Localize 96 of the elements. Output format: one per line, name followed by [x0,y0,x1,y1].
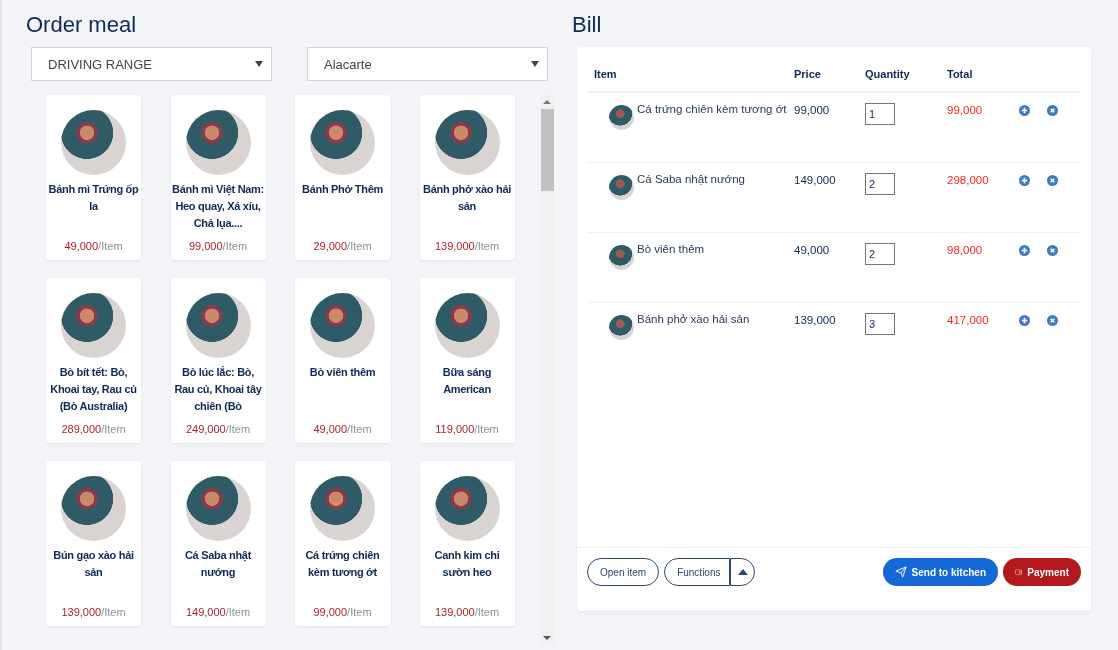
total-cell-text: 298,000 [947,174,990,186]
add-icon[interactable] [1019,175,1030,186]
menu-item-card[interactable]: Bò viên thêm 49,000/Item [295,278,390,443]
item-price: 249,000 [185,423,226,435]
scroll-up-icon[interactable] [543,99,551,105]
item-name: Cá trứng chiên kèm tương ớt [304,548,381,580]
item-price: 139,000 [434,606,475,618]
item-name: Canh kim chi sườn heo [433,548,501,580]
item-price: 99,000 [313,606,348,618]
item-name: Bò lúc lắc: Bò, Rau củ, Khoai tây chiên (Bò [173,365,263,414]
quantity-input[interactable]: 2 [865,243,895,265]
add-icon[interactable] [1019,245,1030,256]
remove-icon[interactable] [1047,175,1058,186]
item-name: Bánh phở xào hải sản [422,182,512,214]
item-price: 139,000 [61,606,102,618]
price-unit: /Item [222,240,248,252]
open-item-button[interactable]: Open item [587,558,660,586]
item-price: 99,000 [188,240,223,252]
price-unit: /Item [101,423,126,435]
item-price: 119,000 [435,423,475,435]
item-price: 49,000 [64,240,99,252]
area-select[interactable]: DRIVING RANGE [31,47,272,81]
price-cell-text: 49,000 [794,244,831,256]
item-price: 29,000 [313,240,348,252]
item-name: Bò bít tết: Bò, Khoai tay, Rau củ (Bò Australia) [49,365,138,414]
payment-button[interactable]: Payment [1003,558,1081,586]
column-header: Quantity [865,68,911,80]
menu-item-card[interactable]: Bún gạo xào hải sản 139,000/Item [46,461,141,626]
menu-item-card[interactable]: Bữa sáng American 119,000/Item [419,278,515,443]
scrollbar-thumb[interactable] [540,109,554,191]
menu-item-card[interactable]: Canh kim chi sườn heo 139,000/Item [419,461,515,626]
item-price: 149,000 [185,606,226,618]
quantity-input[interactable]: 3 [865,313,895,335]
menu-item-card[interactable]: Bánh phở xào hải sản 139,000/Item [419,95,515,260]
price-unit: /Item [98,240,123,252]
bill-item-name: Cá trứng chiên kèm tương ớt [637,103,787,115]
add-icon[interactable] [1019,105,1030,116]
remove-icon[interactable] [1047,245,1058,256]
item-name: Bún gạo xào hải sản [52,548,135,580]
item-name: Bánh mì Việt Nam: Heo quay, Xá xíu, Chả lụa.... [171,182,265,232]
scroll-down-icon[interactable] [543,635,551,641]
price-unit: /Item [225,423,251,435]
photo-placeholder [609,175,634,200]
item-name: Bánh Phở Thêm [302,182,383,197]
price-unit: /Item [474,606,500,618]
functions-button[interactable]: Functions [664,558,731,586]
item-name: Bữa sáng American [441,365,493,397]
photo-placeholder [609,315,634,340]
menu-item-card[interactable]: Cá trứng chiên kèm tương ớt 99,000/Item [295,461,390,626]
column-header: Item [594,68,618,80]
photo-placeholder [609,245,634,270]
menu-item-card[interactable]: Bánh mì Trứng ốp la 49,000/Item [46,95,141,260]
functions-dropdown-button[interactable] [730,558,756,586]
section-title: Bill [572,12,603,38]
item-price: 139,000 [434,240,475,252]
price-unit: /Item [347,606,372,618]
total-cell-text: 417,000 [947,314,990,326]
total-cell-text: 98,000 [947,244,984,256]
send-to-kitchen-button[interactable]: Send to kitchen [882,558,998,586]
column-header: Total [947,68,974,80]
price-cell-text: 99,000 [794,104,831,116]
menu-item-card[interactable]: Bò bít tết: Bò, Khoai tay, Rau củ (Bò Australia) 289,000/Item [46,278,141,443]
column-header: Price [794,68,822,80]
remove-icon[interactable] [1047,315,1058,326]
item-name: Bò viên thêm [309,365,376,380]
price-cell-text: 139,000 [794,314,837,326]
price-unit: /Item [347,423,372,435]
scrollbar[interactable] [540,95,554,645]
add-icon[interactable] [1019,315,1030,326]
price-unit: /Item [474,423,499,435]
caret-icon [737,569,748,575]
quantity-input[interactable]: 2 [865,173,895,195]
quantity-input[interactable]: 1 [865,103,895,125]
price-unit: /Item [474,240,500,252]
price-cell-text: 149,000 [794,174,837,186]
menu-item-card[interactable]: Bò lúc lắc: Bò, Rau củ, Khoai tây chiên (Bò 249,000/Item [170,278,266,443]
item-name: Bánh mì Trứng ốp la [47,182,140,214]
price-unit: /Item [101,606,126,618]
total-cell-text: 99,000 [947,104,984,116]
photo-placeholder [609,105,634,130]
menu-item-card[interactable]: Bánh mì Việt Nam: Heo quay, Xá xíu, Chả lụa.... 99,000/Item [170,95,266,260]
bill-item-name: Bò viên thêm [637,243,705,255]
menu-item-card[interactable]: Cá Saba nhật nướng 149,000/Item [170,461,266,626]
paper-plane-icon [894,566,907,578]
item-name: Cá Saba nhật nướng [183,548,253,580]
section-title: Order meal [26,12,138,38]
bill-item-name: Cá Saba nhật nướng [637,173,745,185]
menu-select[interactable]: Alacarte [307,47,548,81]
item-price: 289,000 [61,423,102,435]
remove-icon[interactable] [1047,105,1058,116]
price-unit: /Item [225,606,251,618]
item-price: 49,000 [313,423,348,435]
price-unit: /Item [347,240,372,252]
wallet-icon [1015,567,1023,577]
bill-item-name: Bánh phở xào hải sản [637,313,750,325]
menu-item-card[interactable]: Bánh Phở Thêm 29,000/Item [295,95,390,260]
